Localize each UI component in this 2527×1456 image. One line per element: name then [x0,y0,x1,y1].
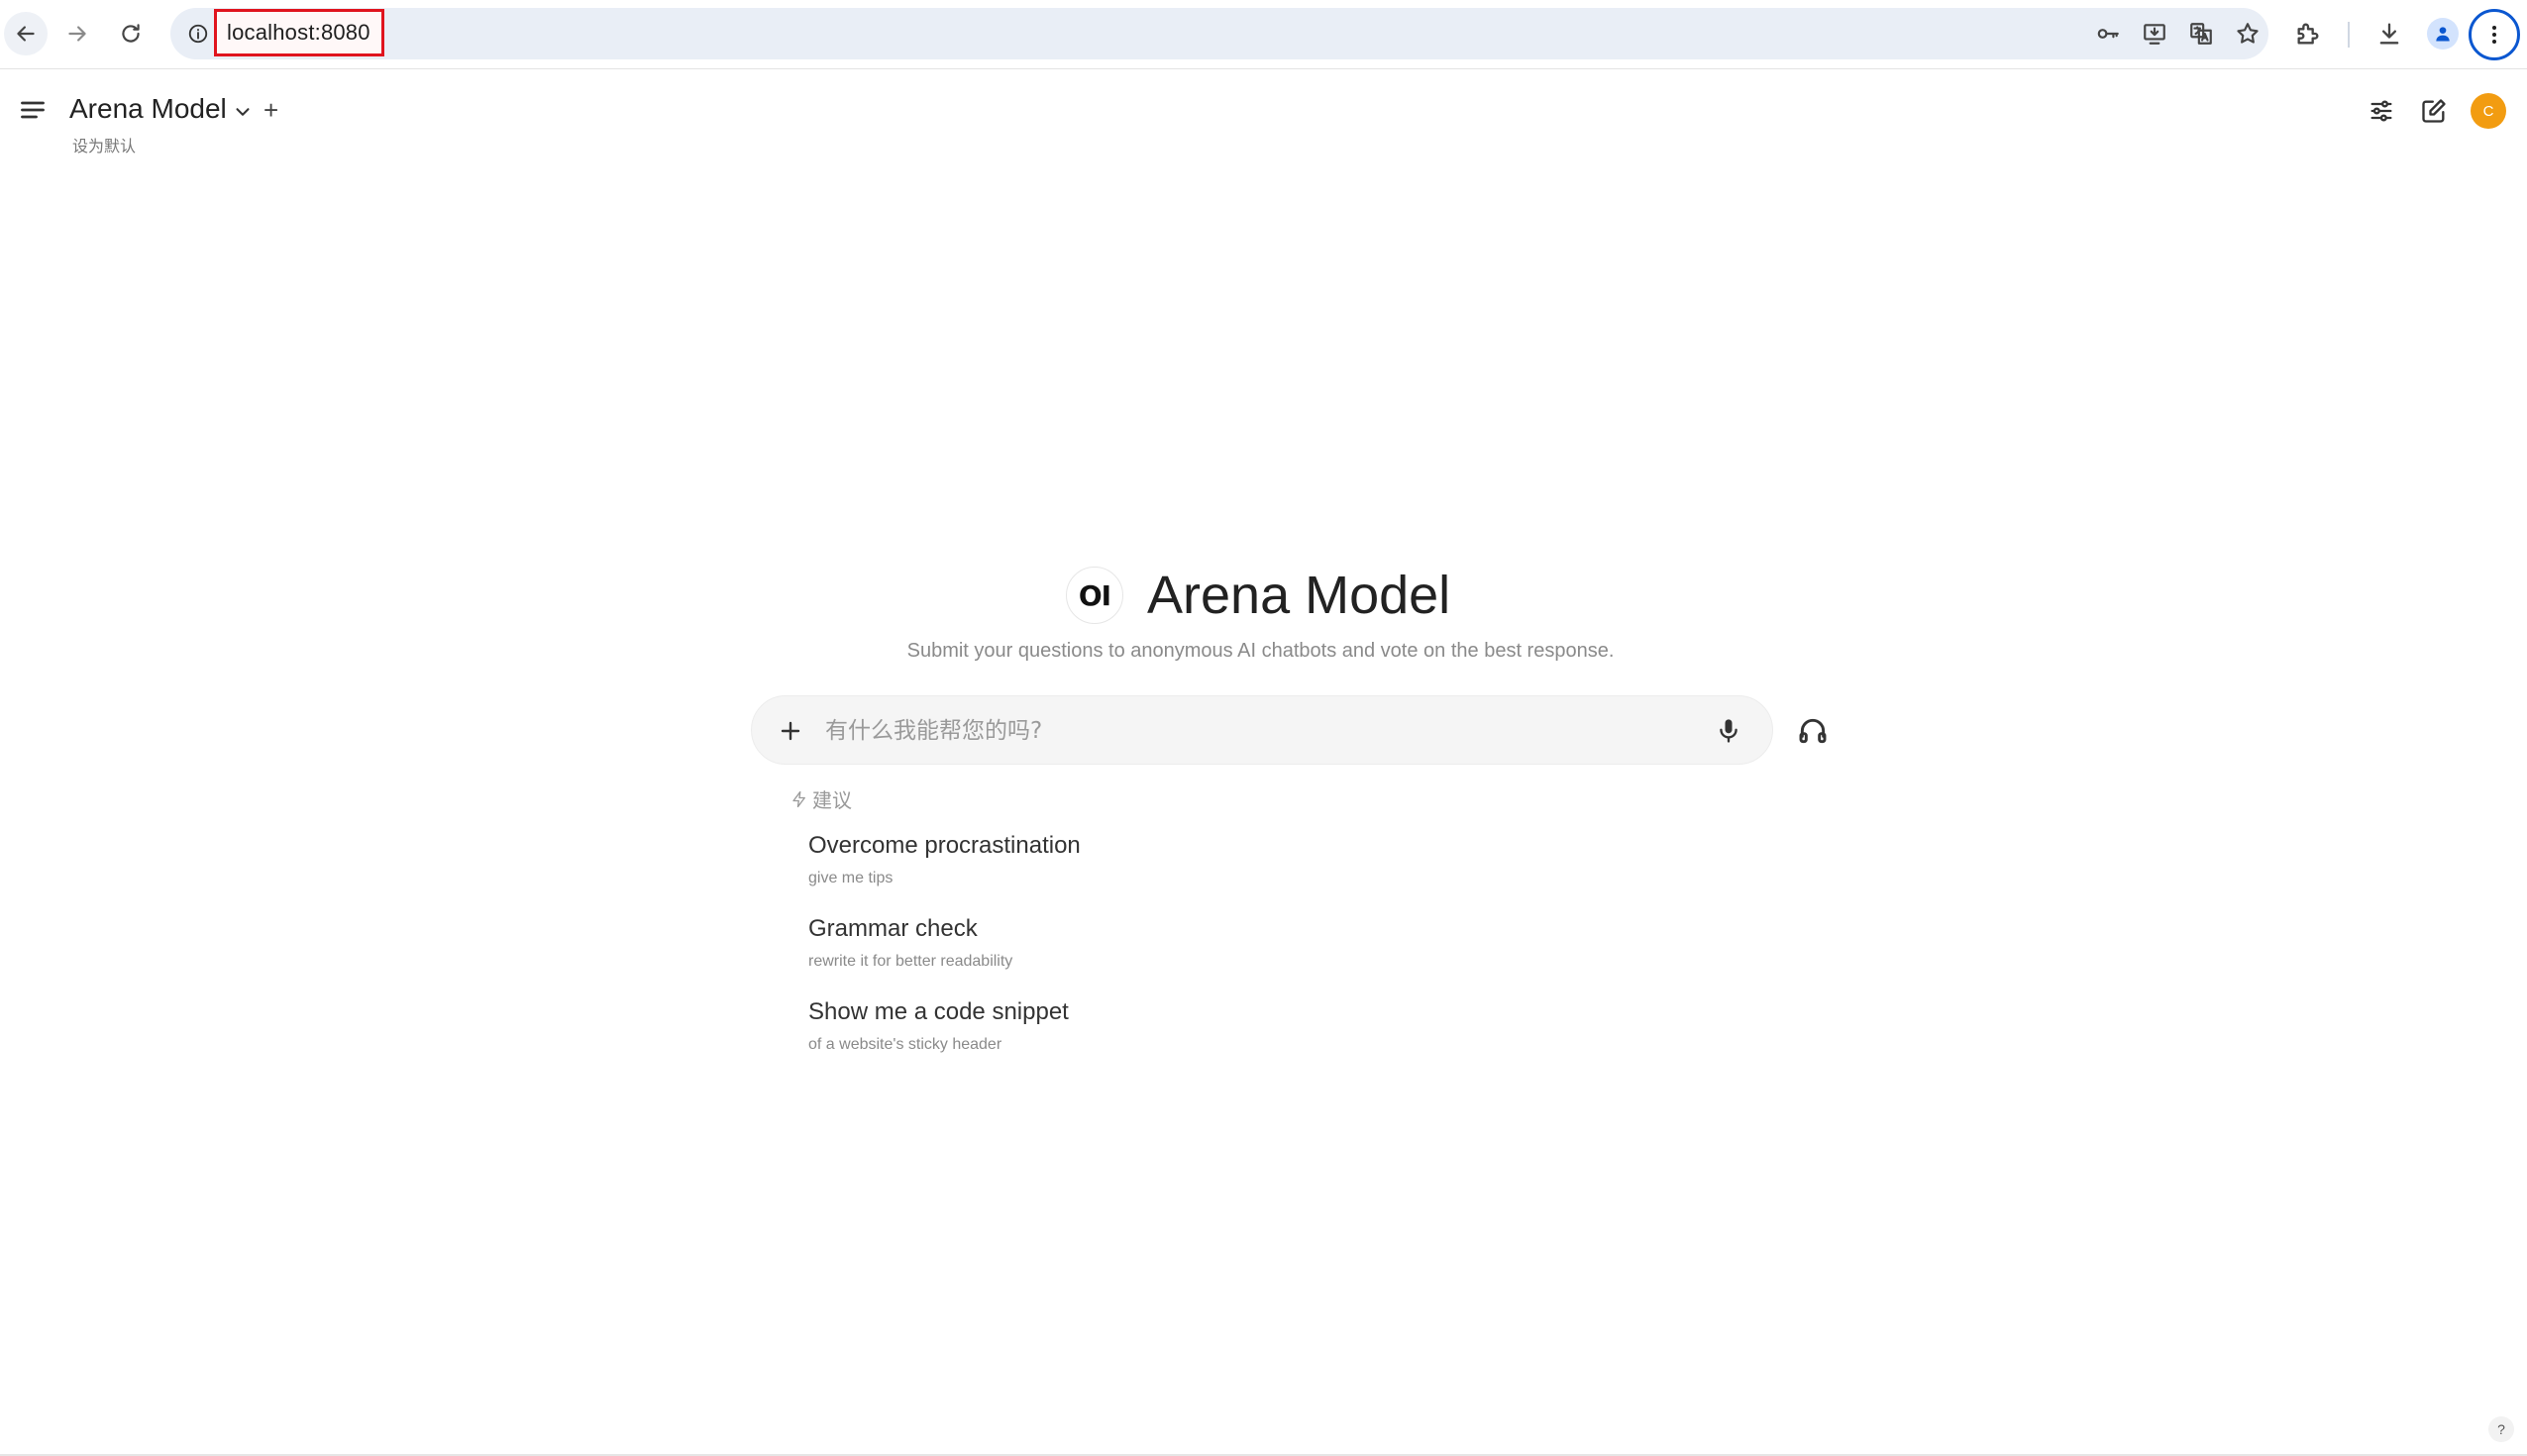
suggestion-item[interactable]: Show me a code snippet of a website's st… [808,998,1304,1068]
puzzle-icon [2297,23,2319,45]
model-dropdown-button[interactable] [232,101,254,123]
browser-menu-button[interactable] [2469,9,2520,60]
lightning-icon [792,790,805,807]
reload-icon [122,24,140,43]
translate-icon [2190,23,2212,45]
edit-icon [2422,99,2446,123]
app-header: Arena Model + 设为默认 C [0,69,2527,158]
install-app-button[interactable] [2139,18,2170,50]
downloads-button[interactable] [2371,16,2407,52]
hero: OI Arena Model [0,555,2527,634]
profile-button[interactable] [2427,18,2459,50]
translate-button[interactable] [2185,18,2217,50]
star-icon [2237,23,2259,44]
page-title: Arena Model [1147,566,1451,625]
install-icon [2144,24,2165,45]
headphones-icon [1799,718,1827,744]
set-default-link[interactable]: 设为默认 [72,133,136,156]
browser-toolbar: localhost:8080 [0,0,2527,69]
suggestion-title: Grammar check [808,915,978,942]
attach-button[interactable] [774,714,807,748]
reload-button[interactable] [109,12,153,55]
more-vertical-icon [2492,26,2496,44]
forward-button[interactable] [55,12,99,55]
suggestion-item[interactable]: Overcome procrastination give me tips [808,832,1304,901]
suggestions-label: 建议 [812,788,852,812]
new-chat-button[interactable] [2414,91,2454,131]
download-icon [2379,23,2399,45]
prompt-input[interactable] [825,710,1697,752]
suggestion-subtitle: rewrite it for better readability [808,953,1013,970]
back-button[interactable] [4,12,48,55]
model-selector[interactable]: Arena Model [69,93,227,125]
suggestion-title: Overcome procrastination [808,832,1081,859]
suggestion-subtitle: of a website's sticky header [808,1036,1002,1053]
extensions-button[interactable] [2290,16,2326,52]
info-icon [188,24,208,44]
url-text: localhost:8080 [227,20,370,45]
suggestion-item[interactable]: Grammar check rewrite it for better read… [808,915,1304,985]
plus-icon [781,721,800,741]
model-logo: OI [1066,567,1123,624]
url-highlight[interactable]: localhost:8080 [214,9,384,56]
toolbar-divider [2348,22,2350,48]
microphone-icon [1720,719,1737,743]
voice-input-button[interactable] [1711,713,1746,749]
bookmark-star-button[interactable] [2232,18,2264,50]
suggestions-header: 建议 [790,784,852,813]
chevron-down-icon [236,108,250,116]
page-subtitle: Submit your questions to anonymous AI ch… [906,640,1615,662]
arrow-left-icon [17,26,35,42]
key-icon [2097,29,2119,39]
controls-button[interactable] [2362,91,2401,131]
chat-input-bar [751,695,1773,765]
address-bar[interactable]: localhost:8080 [170,8,2268,59]
sidebar-toggle-button[interactable] [16,93,50,127]
site-info-button[interactable] [178,14,218,53]
sliders-icon [2370,100,2392,122]
arrow-right-icon [68,26,86,42]
person-icon [2436,27,2450,42]
suggestion-subtitle: give me tips [808,870,894,886]
help-button[interactable]: ? [2488,1416,2514,1442]
user-avatar[interactable]: C [2471,93,2506,129]
voice-mode-button[interactable] [1793,711,1833,751]
add-model-button[interactable]: + [263,97,278,123]
password-key-button[interactable] [2092,18,2124,50]
menu-icon [21,101,45,119]
suggestion-title: Show me a code snippet [808,998,1069,1025]
